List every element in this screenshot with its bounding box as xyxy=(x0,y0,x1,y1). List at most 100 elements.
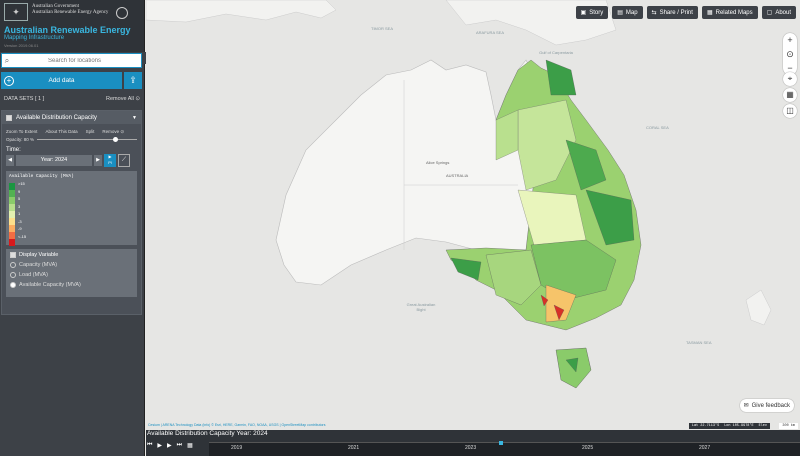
zoom-reset-button[interactable]: ⊙ xyxy=(783,47,797,61)
map-label-arafura: ARAFURA SEA xyxy=(476,30,505,35)
map-label-tasman: TASMAN SEA xyxy=(686,340,712,345)
map-icon: ▤ xyxy=(617,10,623,16)
share-label: Share / Print xyxy=(659,9,693,16)
about-icon: ▢ xyxy=(766,10,773,16)
plus-icon: + xyxy=(4,75,14,86)
legend-label: 1 xyxy=(18,211,21,216)
related-maps-label: Related Maps xyxy=(715,9,753,16)
upload-icon: ⇪ xyxy=(129,75,137,85)
time-label: Time: xyxy=(6,147,21,153)
radio-icon[interactable] xyxy=(10,282,16,288)
display-variable-checkbox[interactable] xyxy=(10,252,16,258)
give-feedback-button[interactable]: ✉ Give feedback xyxy=(739,399,794,412)
my-location-button[interactable]: ⌖ xyxy=(783,72,797,86)
map-view[interactable]: TIMOR SEA Gulf of Carpentaria ARAFURA SE… xyxy=(146,0,800,430)
step-icon[interactable]: ⏭ xyxy=(177,442,182,449)
about-this-data-link[interactable]: About This Data xyxy=(45,129,77,135)
display-option-capacity[interactable]: Capacity (MVA) xyxy=(10,262,133,268)
grid-icon: ▦ xyxy=(786,90,794,99)
timeline: Available Distribution Capacity Year: 20… xyxy=(146,430,800,456)
display-option-available[interactable]: Available Capacity (MVA) xyxy=(10,282,133,288)
share-print-button[interactable]: ⇆ Share / Print xyxy=(646,6,698,19)
previous-year-button[interactable]: ◀ xyxy=(6,155,14,166)
dataset-title-bar[interactable]: Available Distribution Capacity ▼ xyxy=(2,111,141,124)
play-button[interactable]: ▶ Pl xyxy=(104,154,116,167)
dataset-visibility-checkbox[interactable] xyxy=(6,114,12,121)
skip-back-icon[interactable]: ⏮ xyxy=(147,442,152,449)
radio-icon[interactable] xyxy=(10,262,16,268)
coat-of-arms-icon: ✦ xyxy=(4,3,28,21)
display-option-load[interactable]: Load (MVA) xyxy=(10,272,133,278)
coordinates-readout: Lat 22.7113°S Lon 105.9978°E Elev xyxy=(688,423,770,429)
zoom-to-extent-link[interactable]: Zoom To Extent xyxy=(6,129,37,135)
legend-color-bar xyxy=(9,183,15,246)
opacity-slider[interactable] xyxy=(37,137,137,142)
map-attribution[interactable]: Cesium | ARENA Technology Data (info) © … xyxy=(148,423,325,427)
loop-icon[interactable]: ▶ xyxy=(167,442,172,449)
display-variable-panel: Display Variable Capacity (MVA) Load (MV… xyxy=(6,249,137,297)
chart-icon[interactable]: ⟋ xyxy=(118,154,130,167)
legend-label: 9 xyxy=(18,188,21,194)
legend-swatch xyxy=(9,183,15,190)
dataset-title: Available Distribution Capacity xyxy=(16,114,97,121)
about-button[interactable]: ▢ About xyxy=(761,6,796,19)
map-button[interactable]: ▤ Map xyxy=(612,6,643,19)
timeline-current-marker[interactable] xyxy=(498,441,503,445)
timeline-title: Available Distribution Capacity Year: 20… xyxy=(147,430,268,437)
play-icon[interactable]: ▶ xyxy=(157,442,162,449)
remove-link[interactable]: Remove ⊙ xyxy=(102,129,124,135)
split-link[interactable]: Split xyxy=(86,129,95,135)
legend-label: >15 xyxy=(18,181,25,186)
timeline-track[interactable]: 2019 2021 2023 2025 2027 xyxy=(209,441,800,456)
app-version: Version 2019.06.01 xyxy=(4,43,39,48)
timeline-year-label: 2025 xyxy=(582,445,594,451)
opacity-slider-knob[interactable] xyxy=(113,137,118,142)
zoom-in-button[interactable]: + xyxy=(783,33,797,47)
map-canvas[interactable] xyxy=(146,0,800,430)
timeline-year-label: 2023 xyxy=(465,445,477,451)
legend-title: Available Capacity (MVA) xyxy=(9,174,74,179)
legend-label: <-15 xyxy=(18,233,27,239)
vr-button[interactable]: ◫ xyxy=(783,104,797,118)
chevron-down-icon[interactable]: ▼ xyxy=(132,115,137,121)
location-search[interactable]: ⌕ xyxy=(1,53,142,68)
timeline-year-label: 2019 xyxy=(231,445,243,451)
vr-icon: ◫ xyxy=(786,106,794,115)
add-data-button[interactable]: + Add data xyxy=(1,72,122,89)
time-selector: ◀ Year: 2024 ▶ ▶ Pl ⟋ xyxy=(2,154,141,167)
story-button[interactable]: ▣ Story xyxy=(575,6,609,19)
option-label: Available Capacity (MVA) xyxy=(19,282,81,288)
government-logo-text: Australian Government Australian Renewab… xyxy=(32,4,109,15)
share-icon: ⇆ xyxy=(651,10,657,16)
remove-all-button[interactable]: Remove All ⊙ xyxy=(106,96,140,102)
search-input[interactable] xyxy=(12,57,137,64)
calendar-icon[interactable]: ▦ xyxy=(187,442,193,449)
related-maps-button[interactable]: ▦ Related Maps xyxy=(701,6,758,19)
timeline-controls: ⏮ ▶ ▶ ⏭ ▦ xyxy=(147,442,193,449)
dataset-actions: Zoom To Extent About This Data Split Rem… xyxy=(2,124,141,135)
scale-bar: 300 km xyxy=(779,423,798,429)
legend-label: 3 xyxy=(18,203,21,209)
display-variable-title: Display Variable xyxy=(19,252,59,258)
longitude: Lon 105.9978°E xyxy=(724,424,754,428)
datasets-count: [ 1 ] xyxy=(34,96,45,102)
feedback-icon: ✉ xyxy=(743,403,749,409)
radio-icon[interactable] xyxy=(10,272,16,278)
feedback-label: Give feedback xyxy=(751,402,790,409)
map-label-bight: Great Australian Bight xyxy=(406,302,436,312)
search-icon: ⌕ xyxy=(4,55,10,65)
option-label: Capacity (MVA) xyxy=(19,262,58,268)
add-data-label: Add data xyxy=(48,77,75,84)
legend-label: -9 xyxy=(18,226,22,231)
story-icon: ▣ xyxy=(580,10,587,16)
upload-button[interactable]: ⇪ xyxy=(124,72,142,89)
elevation: Elev xyxy=(758,424,767,428)
map-label-australia: AUSTRALIA xyxy=(446,173,469,178)
split-view-button[interactable]: ▦ xyxy=(783,88,797,102)
next-year-button[interactable]: ▶ xyxy=(94,155,102,166)
legend-swatch xyxy=(9,239,15,246)
year-select[interactable]: Year: 2024 xyxy=(16,155,92,166)
arena-logo-icon xyxy=(116,7,128,19)
app-title: Australian Renewable Energy xyxy=(4,25,131,35)
story-label: Story xyxy=(589,9,604,16)
